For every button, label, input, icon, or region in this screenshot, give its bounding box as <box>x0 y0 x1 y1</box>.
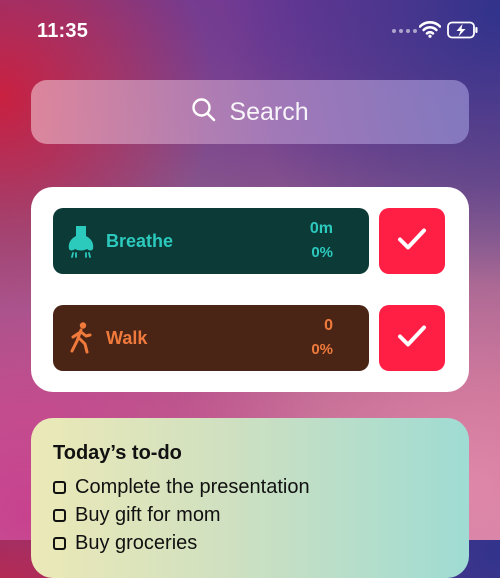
todo-item-text: Buy gift for mom <box>75 504 221 526</box>
checkbox[interactable] <box>53 509 66 522</box>
checkmark-icon <box>397 324 427 353</box>
habit-pill-walk[interactable]: Walk 0 0% <box>53 305 369 371</box>
habit-name: Breathe <box>106 231 174 251</box>
habit-pill-breathe[interactable]: Breathe 0m 0% <box>53 208 369 274</box>
checkbox[interactable] <box>53 537 66 550</box>
todo-item[interactable]: Buy gift for mom <box>53 504 221 527</box>
habit-widget: Breathe 0m 0% Walk 0 0% <box>31 187 469 392</box>
search-bar[interactable]: Search <box>31 80 469 144</box>
cellular-signal-icon <box>392 29 417 33</box>
complete-walk-button[interactable] <box>379 305 445 371</box>
todo-item[interactable]: Buy groceries <box>53 532 197 555</box>
wifi-icon <box>418 20 442 43</box>
todo-item-text: Complete the presentation <box>75 476 310 498</box>
habit-percent: 0% <box>311 244 333 261</box>
habit-percent: 0% <box>311 341 333 358</box>
habit-name: Walk <box>106 328 148 348</box>
habit-row-breathe: Breathe 0m 0% <box>53 208 446 274</box>
nose-icon <box>67 224 95 263</box>
status-bar: 11:35 <box>0 0 500 60</box>
todo-item-text: Buy groceries <box>75 532 198 554</box>
complete-breathe-button[interactable] <box>379 208 445 274</box>
habit-value: 0 <box>324 317 333 334</box>
habit-value: 0m <box>309 220 333 237</box>
status-time: 11:35 <box>37 20 89 42</box>
walking-person-icon <box>67 321 95 360</box>
todo-item[interactable]: Complete the presentation <box>53 476 310 499</box>
battery-charging-icon <box>447 21 479 44</box>
search-placeholder: Search <box>229 97 309 126</box>
checkbox[interactable] <box>53 481 66 494</box>
todo-widget: Today’s to-do Complete the presentation … <box>31 418 469 578</box>
checkmark-icon <box>397 227 427 256</box>
habit-row-walk: Walk 0 0% <box>53 305 446 371</box>
search-icon <box>191 97 217 128</box>
todo-title: Today’s to-do <box>53 442 182 464</box>
